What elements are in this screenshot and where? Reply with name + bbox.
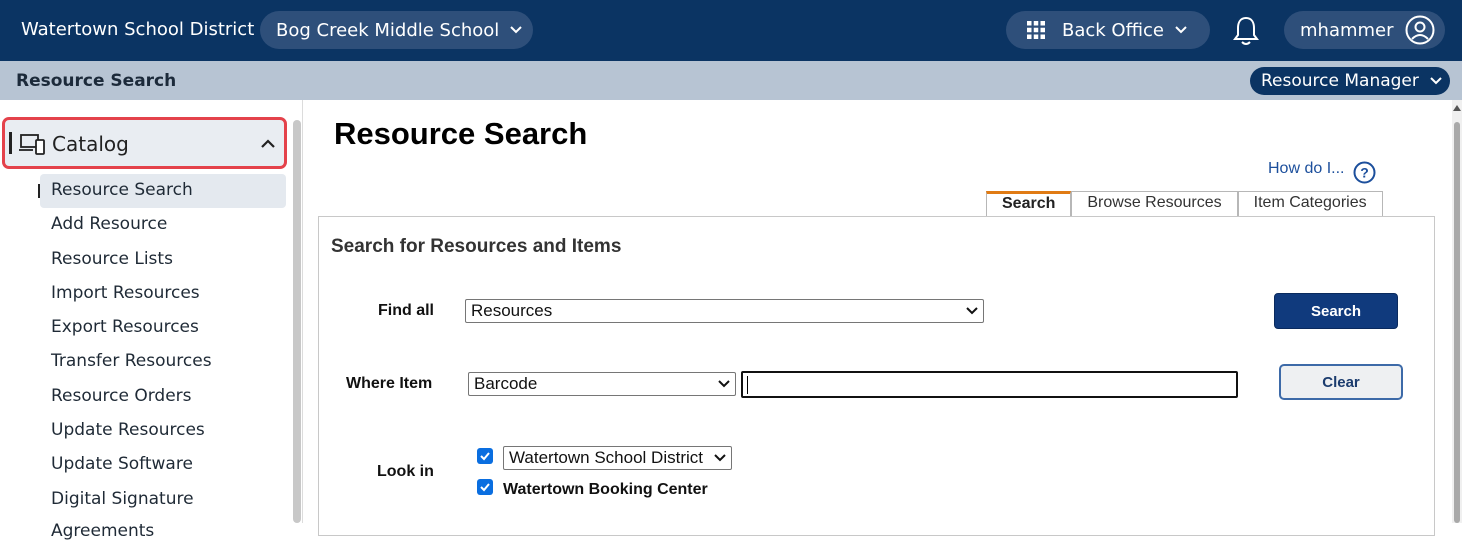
district-checkbox[interactable] [477,448,493,464]
nav-item-update-resources[interactable]: Update Resources [40,414,286,448]
sidebar: Catalog Resource Search Add Resource Res… [0,100,301,541]
search-button[interactable]: Search [1274,293,1398,329]
tab-browse-resources[interactable]: Browse Resources [1071,191,1238,217]
nav-item-transfer-resources[interactable]: Transfer Resources [40,345,286,379]
resource-manager-menu[interactable]: Resource Manager [1250,67,1450,95]
chevron-down-icon [1430,77,1442,85]
search-panel: Search for Resources and Items Find all … [318,216,1435,536]
subbar-title: Resource Search [16,71,177,91]
nav-item-resource-search[interactable]: Resource Search [38,174,286,209]
catalog-label: Catalog [52,132,129,156]
username: mhammer [1300,19,1394,41]
chevron-down-icon [510,26,523,34]
resource-manager-label: Resource Manager [1261,71,1419,91]
nav-item-digital-signature-agreements[interactable]: Digital Signature Agreements [40,483,286,541]
back-office-menu[interactable]: Back Office [1006,11,1210,49]
chevron-down-icon [718,380,730,388]
search-input[interactable] [741,371,1238,398]
apps-grid-icon [1027,21,1045,39]
nav-item-import-resources[interactable]: Import Resources [40,277,286,311]
school-selector[interactable]: Bog Creek Middle School [260,11,533,49]
sidebar-divider [302,100,303,523]
nav-item-update-software[interactable]: Update Software [40,448,286,482]
where-item-label: Where Item [346,375,433,392]
how-do-i-link[interactable]: How do I... [1268,160,1344,178]
nav-item-resource-orders[interactable]: Resource Orders [40,380,286,414]
active-indicator [9,132,12,154]
devices-icon [19,134,45,155]
chevron-down-icon [966,307,978,315]
catalog-nav: Resource Search Add Resource Resource Li… [38,174,286,541]
look-in-label: Look in [377,463,434,480]
booking-center-checkbox[interactable] [477,479,493,495]
page-title: Resource Search [334,116,588,151]
booking-center-label: Watertown Booking Center [503,481,708,498]
clear-button[interactable]: Clear [1279,364,1403,400]
find-all-value: Resources [471,301,553,320]
nav-item-resource-lists[interactable]: Resource Lists [40,243,286,277]
user-avatar-icon [1405,15,1435,45]
bell-icon[interactable] [1230,14,1262,48]
nav-item-export-resources[interactable]: Export Resources [40,311,286,345]
main-scrollbar[interactable] [1452,100,1462,523]
find-all-label: Find all [378,302,434,319]
school-name: Bog Creek Middle School [276,19,500,41]
checkmark-icon [480,452,490,461]
catalog-section-header[interactable]: Catalog [2,117,287,169]
nav-item-add-resource[interactable]: Add Resource [40,208,286,242]
district-name[interactable]: Watertown School District [21,19,254,40]
where-item-value: Barcode [474,374,538,393]
tab-search[interactable]: Search [986,191,1072,217]
where-item-select[interactable]: Barcode [468,372,736,396]
scrollbar-thumb[interactable] [1454,122,1460,523]
checkmark-icon [480,483,490,492]
back-office-label: Back Office [1062,19,1164,41]
scroll-up-arrow-icon[interactable] [1453,105,1461,111]
look-in-district-value: Watertown School District [509,448,703,467]
chevron-down-icon [714,454,726,462]
help-icon[interactable]: ? [1353,161,1376,184]
svg-text:?: ? [1360,165,1369,181]
text-caret [747,376,748,394]
chevron-down-icon [1175,26,1187,34]
find-all-select[interactable]: Resources [465,299,984,323]
look-in-district-select[interactable]: Watertown School District [503,446,732,470]
user-menu[interactable]: mhammer [1284,11,1445,49]
chevron-up-icon [261,139,275,148]
sub-bar: Resource Search Resource Manager [0,61,1462,100]
tab-bar: Search Browse Resources Item Categories [986,191,1383,217]
panel-title: Search for Resources and Items [331,236,622,257]
sidebar-scrollbar[interactable] [293,120,301,523]
tab-item-categories[interactable]: Item Categories [1237,191,1383,217]
top-bar: Watertown School District Bog Creek Midd… [0,0,1462,61]
